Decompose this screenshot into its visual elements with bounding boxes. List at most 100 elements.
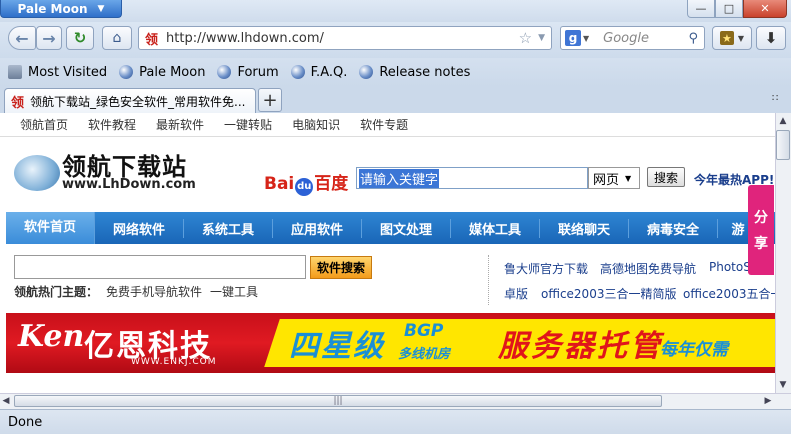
baidu-logo-bai: Bai bbox=[264, 174, 295, 194]
hot-topic-link[interactable]: 免费手机导航软件 bbox=[106, 285, 202, 299]
bookmark-release-notes[interactable]: Release notes bbox=[359, 65, 470, 80]
moon-icon bbox=[290, 65, 305, 79]
tab-lhdown[interactable]: 领 领航下载站_绿色安全软件_常用软件免... bbox=[4, 88, 256, 113]
url-text[interactable]: http://www.lhdown.com/ bbox=[166, 31, 519, 46]
nav-category[interactable]: 媒体工具 bbox=[451, 218, 540, 238]
minimize-icon: — bbox=[695, 2, 707, 15]
bookmark-most-visited[interactable]: Most Visited bbox=[8, 65, 107, 80]
reload-icon: ↻ bbox=[73, 29, 87, 47]
baidu-logo-cn: 百度 bbox=[314, 174, 349, 194]
nav-category[interactable]: 系统工具 bbox=[184, 218, 273, 238]
horizontal-scroll-thumb[interactable]: ||| bbox=[14, 395, 662, 407]
google-engine-icon[interactable]: g bbox=[565, 30, 581, 46]
folder-icon bbox=[8, 65, 22, 79]
maximize-button[interactable]: □ bbox=[715, 0, 743, 18]
vertical-scroll-thumb[interactable] bbox=[776, 130, 790, 160]
downloads-button[interactable]: ⬇ bbox=[756, 26, 786, 50]
right-link[interactable]: 高德地图免费导航 bbox=[600, 260, 696, 277]
top-nav-link[interactable]: 电脑知识 bbox=[292, 116, 340, 133]
top-nav-link[interactable]: 领航首页 bbox=[20, 116, 68, 133]
bookmark-label: Most Visited bbox=[28, 64, 108, 80]
site-search-input[interactable] bbox=[14, 255, 306, 279]
right-link[interactable]: office2003五合一 bbox=[683, 285, 775, 302]
banner-slogan-1: 四星级 bbox=[289, 329, 385, 364]
forward-arrow-icon: → bbox=[42, 28, 56, 48]
bookmark-faq[interactable]: F.A.Q. bbox=[290, 65, 347, 80]
ad-banner[interactable]: Ken 亿恩科技 WWW.ENKJ.COM 四星级 BGP 多线机房 服务器托管… bbox=[6, 313, 775, 373]
baidu-type-select[interactable]: 网页 ▼ bbox=[588, 167, 640, 189]
page-content: 领航首页 软件教程 最新软件 一键转贴 电脑知识 软件专题 领航下载站 www.… bbox=[0, 113, 775, 393]
right-link[interactable]: 卓版 bbox=[504, 285, 528, 302]
chevron-down-icon: ▼ bbox=[97, 3, 105, 14]
banner-slogan-2: 服务器托管 bbox=[498, 329, 663, 364]
site-logo[interactable]: 领航下载站 www.LhDown.com bbox=[14, 147, 199, 195]
baidu-search-input[interactable]: 请输入关键字 bbox=[356, 167, 588, 189]
search-icon[interactable]: ⚲ bbox=[688, 31, 698, 46]
scroll-up-icon[interactable]: ▲ bbox=[776, 114, 790, 128]
share-button[interactable]: 分 享 bbox=[748, 185, 774, 275]
scroll-down-icon[interactable]: ▼ bbox=[776, 378, 790, 392]
site-search-button[interactable]: 软件搜索 bbox=[310, 256, 372, 279]
status-bar: Done bbox=[0, 409, 791, 434]
nav-category[interactable]: 病毒安全 bbox=[629, 218, 718, 238]
nav-category[interactable]: 联络聊天 bbox=[540, 218, 629, 238]
tab-favicon: 领 bbox=[11, 95, 25, 111]
bookmarks-menu-button[interactable]: ★ ▼ bbox=[712, 26, 752, 50]
bookmark-pale-moon[interactable]: Pale Moon bbox=[119, 65, 205, 80]
scroll-right-icon[interactable]: ▶ bbox=[762, 395, 774, 407]
top-nav-link[interactable]: 软件专题 bbox=[360, 116, 408, 133]
new-tab-button[interactable]: + bbox=[258, 88, 282, 112]
site-search-button-label: 软件搜索 bbox=[316, 261, 365, 275]
top-nav-link[interactable]: 一键转贴 bbox=[224, 116, 272, 133]
bookmark-label: Release notes bbox=[379, 64, 471, 80]
right-link[interactable]: PhotoS bbox=[709, 260, 751, 274]
bookmark-star-icon[interactable]: ☆ bbox=[519, 29, 532, 47]
forward-button[interactable]: → bbox=[36, 26, 62, 50]
nav-category[interactable]: 图文处理 bbox=[362, 218, 451, 238]
nav-category-active[interactable]: 软件首页 bbox=[6, 212, 95, 244]
baidu-search-button-label: 搜索 bbox=[653, 170, 678, 185]
baidu-input-value: 请输入关键字 bbox=[359, 168, 440, 188]
engine-dropdown-icon[interactable]: ▼ bbox=[583, 34, 589, 43]
hot-topic-link[interactable]: 一键工具 bbox=[210, 285, 258, 299]
banner-brand-en: WWW.ENKJ.COM bbox=[131, 357, 217, 367]
minimize-button[interactable]: — bbox=[687, 0, 715, 18]
banner-multiline: 多线机房 bbox=[398, 347, 451, 362]
bookmark-forum[interactable]: Forum bbox=[217, 65, 279, 80]
bookmark-label: Pale Moon bbox=[139, 64, 206, 80]
top-nav-link[interactable]: 软件教程 bbox=[88, 116, 136, 133]
search-box[interactable]: g ▼ Google ⚲ bbox=[560, 26, 705, 50]
status-text: Done bbox=[8, 414, 43, 430]
tab-list-icon[interactable]: ∷ bbox=[772, 93, 778, 104]
search-placeholder: Google bbox=[603, 30, 649, 46]
share-label: 享 bbox=[754, 236, 768, 252]
url-bar[interactable]: 领 http://www.lhdown.com/ ☆ ▼ bbox=[138, 26, 552, 50]
home-button[interactable]: ⌂ bbox=[102, 26, 132, 50]
reload-button[interactable]: ↻ bbox=[66, 26, 94, 50]
baidu-paw-icon: du bbox=[295, 178, 314, 196]
app-menu-button[interactable]: Pale Moon ▼ bbox=[0, 0, 122, 18]
back-button[interactable]: ← bbox=[8, 26, 36, 50]
chevron-down-icon: ▼ bbox=[625, 173, 632, 183]
app-menu-label: Pale Moon bbox=[17, 1, 88, 16]
site-favicon: 领 bbox=[145, 32, 159, 48]
forum-icon bbox=[217, 65, 232, 79]
tab-title: 领航下载站_绿色安全软件_常用软件免... bbox=[30, 94, 246, 109]
right-link[interactable]: 鲁大师官方下载 bbox=[504, 260, 588, 277]
moon-icon bbox=[359, 65, 374, 79]
top-nav-link[interactable]: 最新软件 bbox=[156, 116, 204, 133]
close-button[interactable]: ✕ bbox=[743, 0, 787, 18]
scroll-left-icon[interactable]: ◀ bbox=[0, 395, 12, 407]
nav-category[interactable]: 网络软件 bbox=[95, 218, 184, 238]
right-link[interactable]: office2003三合一精简版 bbox=[541, 285, 676, 302]
banner-slogan-3: 每年仅需 bbox=[660, 340, 728, 360]
site-top-nav: 领航首页 软件教程 最新软件 一键转贴 电脑知识 软件专题 bbox=[0, 113, 775, 137]
nav-category[interactable]: 应用软件 bbox=[273, 218, 362, 238]
baidu-search-button[interactable]: 搜索 bbox=[647, 167, 685, 187]
share-label: 分 bbox=[754, 210, 768, 226]
main-category-nav: 软件首页 网络软件 系统工具 应用软件 图文处理 媒体工具 联络聊天 病毒安全 … bbox=[6, 212, 775, 244]
bookmarks-toolbar: Most Visited Pale Moon Forum F.A.Q. Rele… bbox=[0, 58, 791, 86]
home-icon: ⌂ bbox=[112, 30, 122, 46]
divider bbox=[488, 255, 489, 305]
url-dropdown-icon[interactable]: ▼ bbox=[538, 33, 545, 43]
